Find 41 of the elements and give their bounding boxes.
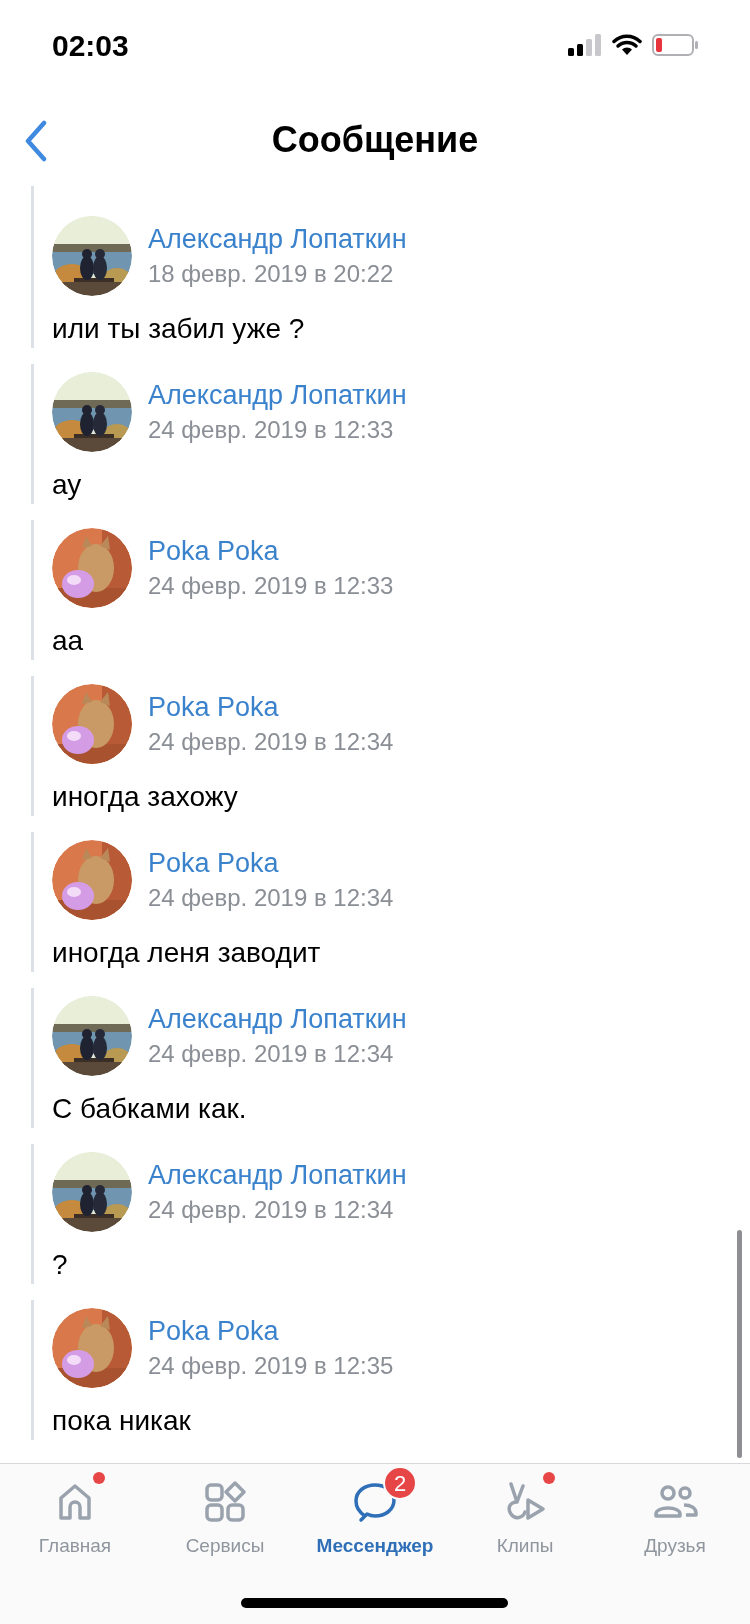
tab-label: Главная <box>38 1534 112 1558</box>
message-date: 24 февр. 2019 в 12:34 <box>148 1039 395 1069</box>
message-date: 24 февр. 2019 в 12:33 <box>148 571 394 601</box>
author-name[interactable]: Poka Poka <box>148 535 394 567</box>
author-name[interactable]: Poka Poka <box>148 691 394 723</box>
message-date: 24 февр. 2019 в 12:34 <box>148 727 394 757</box>
message-text: С бабками как. <box>52 1092 248 1126</box>
battery-icon <box>652 34 698 56</box>
author-name[interactable]: Александр Лопаткин <box>148 1003 407 1035</box>
tab-label: Клипы <box>496 1534 554 1558</box>
tab-label: Друзья <box>644 1534 706 1558</box>
message-text: или ты забил уже ? <box>52 312 306 346</box>
message-date: 24 февр. 2019 в 12:35 <box>148 1351 394 1381</box>
message-text: иногда леня заводит <box>52 936 322 970</box>
tab-item[interactable]: Главная <box>0 1464 150 1561</box>
status-time: 02:03 <box>52 27 129 64</box>
author-name[interactable]: Poka Poka <box>148 847 394 879</box>
message-date: 24 февр. 2019 в 12:33 <box>148 415 395 445</box>
unread-count: 2 <box>383 1466 417 1500</box>
tab-label: Мессенджер <box>316 1534 434 1558</box>
message-text: аа <box>52 624 85 658</box>
author-name[interactable]: Александр Лопаткин <box>148 1159 407 1191</box>
author-name[interactable]: Александр Лопаткин <box>148 379 407 411</box>
tab-label: Сервисы <box>185 1534 265 1558</box>
tab-item[interactable]: Сервисы <box>150 1464 300 1561</box>
wifi-icon <box>612 34 642 56</box>
author-name[interactable]: Александр Лопаткин <box>148 223 407 255</box>
page-title: Сообщение <box>271 118 479 162</box>
message-date: 18 февр. 2019 в 20:22 <box>148 259 395 289</box>
tab-item[interactable]: Клипы <box>450 1464 600 1561</box>
message-date: 24 февр. 2019 в 12:34 <box>148 883 394 913</box>
tab-item[interactable]: Друзья <box>600 1464 750 1561</box>
signal-icon <box>568 34 602 56</box>
message-text: ? <box>52 1248 69 1282</box>
tab-item[interactable]: 2 Мессенджер <box>300 1464 450 1561</box>
author-name[interactable]: Poka Poka <box>148 1315 394 1347</box>
message-date: 24 февр. 2019 в 12:34 <box>148 1195 395 1225</box>
message-text: пока никак <box>52 1404 192 1438</box>
message-text: ау <box>52 468 83 502</box>
back-icon[interactable] <box>24 120 48 162</box>
message-text: иногда захожу <box>52 780 239 814</box>
